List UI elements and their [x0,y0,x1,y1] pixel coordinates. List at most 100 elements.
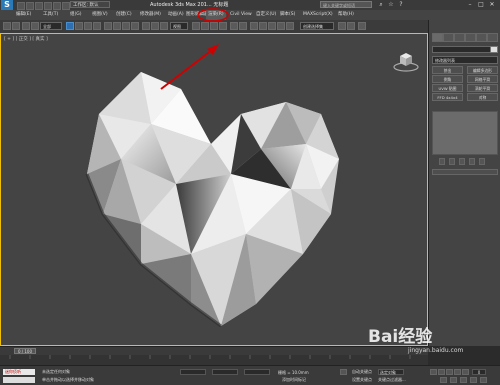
unlink-icon[interactable] [31,22,39,30]
motion-tab-icon[interactable] [465,33,476,42]
workspace-select[interactable]: 工作区: 默认 [70,1,110,8]
reference-coord-select[interactable]: 视图 [170,22,188,30]
rollout-header[interactable] [432,169,498,175]
create-tab-icon[interactable] [432,33,443,42]
star-icon[interactable]: ☆ [386,1,396,9]
key-mode-icon[interactable] [340,369,347,375]
app-logo-icon[interactable]: S [1,0,13,10]
selection-filter-select[interactable]: 全部 [40,22,62,30]
menu-create[interactable]: 创建(C) [116,10,132,20]
snap-toggle-icon[interactable] [192,22,200,30]
redo-icon[interactable] [12,22,20,30]
zoom-icon[interactable] [440,377,447,383]
menu-modifiers[interactable]: 修改器(M) [140,10,161,20]
play-icon[interactable] [446,369,453,375]
link-icon[interactable] [22,22,30,30]
modifier-list-select[interactable]: 修改器列表 [432,56,498,64]
window-crossing-icon[interactable] [93,22,101,30]
viewcube-icon[interactable] [391,46,421,76]
spinner-snap-icon[interactable] [219,22,227,30]
perspective-viewport[interactable]: [ + ] [ 正交 ] [ 真实 ] [0,33,428,346]
close-button[interactable]: ✕ [487,1,497,9]
auto-key-label[interactable]: 自动关键点 [352,369,372,375]
modifier-button[interactable]: 编辑多边形 [467,66,498,74]
show-end-result-icon[interactable] [449,158,455,165]
viewport-label[interactable]: [ + ] [ 正交 ] [ 真实 ] [4,36,48,42]
keyboard-shortcut-icon[interactable] [160,22,168,30]
modifier-button[interactable]: 挤出 [432,66,463,74]
redo-icon[interactable] [53,2,61,10]
current-frame-field[interactable]: 0 [472,369,486,375]
maxscript-listener[interactable]: 迷你侦听 [3,369,35,375]
select-move-icon[interactable] [104,22,112,30]
modifier-stack-view[interactable] [432,111,498,155]
go-to-start-icon[interactable] [430,369,437,375]
minimize-button[interactable]: – [465,1,475,9]
place-icon[interactable] [131,22,139,30]
time-slider-handle[interactable]: 0 / 100 [14,348,36,354]
maximize-viewport-icon[interactable] [480,377,487,383]
go-to-end-icon[interactable] [462,369,469,375]
percent-snap-icon[interactable] [210,22,218,30]
next-frame-icon[interactable] [454,369,461,375]
maxscript-listener-output[interactable] [3,377,35,383]
add-time-tag-label[interactable]: 添加时间标记 [282,377,306,383]
select-by-name-icon[interactable] [75,22,83,30]
menu-views[interactable]: 视图(V) [92,10,108,20]
selected-select[interactable]: 选定对象 [378,369,404,375]
rectangle-selection-icon[interactable] [84,22,92,30]
heart-3d-model[interactable] [81,64,361,334]
utilities-tab-icon[interactable] [487,33,498,42]
menu-edit[interactable]: 编辑(E) [16,10,31,20]
key-filters-button[interactable]: 关键点过滤器... [378,377,406,383]
mirror-icon[interactable] [230,22,238,30]
search-input[interactable]: 键入关键字或短语 [320,1,372,8]
manipulate-icon[interactable] [151,22,159,30]
open-file-icon[interactable] [26,2,34,10]
pin-stack-icon[interactable] [439,158,445,165]
save-file-icon[interactable] [35,2,43,10]
schematic-view-icon[interactable] [268,22,276,30]
render-production-icon[interactable] [358,22,366,30]
zoom-all-icon[interactable] [450,377,457,383]
display-tab-icon[interactable] [476,33,487,42]
named-selection-set-select[interactable]: 创建选择集 [300,22,334,30]
y-coordinate-field[interactable] [212,369,238,375]
menu-civil-view[interactable]: Civil View [230,10,252,20]
modifier-button[interactable]: UVW 贴图 [432,84,463,92]
menu-animation[interactable]: 动画(A) [168,10,184,20]
select-scale-icon[interactable] [122,22,130,30]
material-editor-icon[interactable] [277,22,285,30]
configure-modifier-sets-icon[interactable] [479,158,485,165]
select-object-icon[interactable] [66,22,74,30]
align-icon[interactable] [239,22,247,30]
modifier-button[interactable]: 倒角 [432,75,463,83]
menu-tools[interactable]: 工具(T) [43,10,58,20]
select-rotate-icon[interactable] [113,22,121,30]
set-key-label[interactable]: 设置关键点 [352,377,372,383]
maximize-button[interactable]: □ [476,1,486,9]
menu-scripting[interactable]: 脚本(S) [280,10,295,20]
hierarchy-tab-icon[interactable] [454,33,465,42]
object-name-field[interactable] [432,46,498,53]
modify-tab-icon[interactable] [443,33,454,42]
pivot-icon[interactable] [142,22,150,30]
menu-group[interactable]: 组(G) [70,10,82,20]
modifier-button[interactable]: 网格平滑 [467,75,498,83]
z-coordinate-field[interactable] [244,369,270,375]
object-color-swatch[interactable] [490,46,498,53]
previous-frame-icon[interactable] [438,369,445,375]
render-icon[interactable] [347,22,355,30]
menu-maxscript[interactable]: MAXScript(X) [303,10,333,20]
modifier-button[interactable]: 涡轮平滑 [467,84,498,92]
undo-icon[interactable] [44,2,52,10]
pan-view-icon[interactable] [460,377,467,383]
track-bar[interactable] [0,355,428,365]
make-unique-icon[interactable] [459,158,465,165]
search-icon[interactable]: ⌕ [376,1,386,9]
project-folder-icon[interactable] [62,2,70,10]
render-frame-icon[interactable] [338,22,346,30]
remove-modifier-icon[interactable] [469,158,475,165]
menu-customize[interactable]: 自定义(U) [256,10,276,20]
angle-snap-icon[interactable] [201,22,209,30]
